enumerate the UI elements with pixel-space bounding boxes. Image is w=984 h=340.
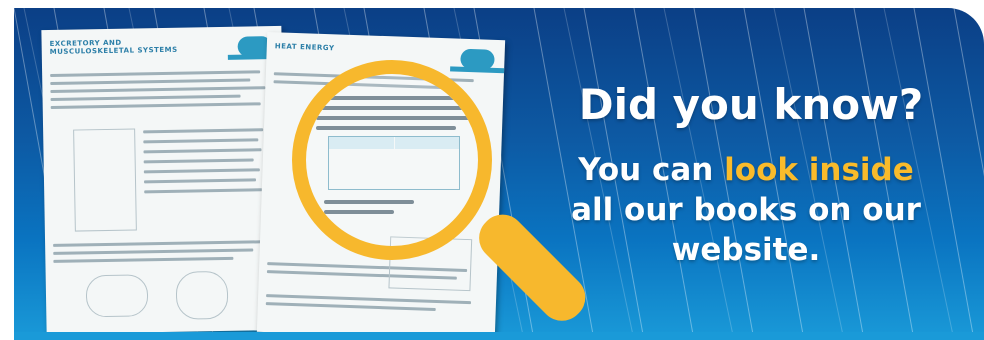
text-line [50,102,261,109]
text-line [50,94,241,101]
page-title-line2: MUSCULOSKELETAL SYSTEMS [49,45,178,56]
text-line [144,188,263,194]
look-inside-highlight: look inside [724,152,914,188]
bottom-bar [14,332,984,340]
body-line-1: You can look inside [526,150,966,190]
arm-figure [85,274,149,318]
body-line-2: all our books on our [571,192,921,228]
body-line-1-prefix: You can [578,152,725,188]
text-line [53,240,264,247]
magnifying-glass-icon [292,60,492,260]
text-line [265,302,436,311]
text-line [53,248,254,255]
text-line [50,78,251,85]
page-title-heat-energy: HEAT ENERGY [274,42,335,53]
headline: Did you know? [578,80,924,129]
page-title-excretory: EXCRETORY AND MUSCULOSKELETAL SYSTEMS [50,38,178,56]
text-line [50,86,266,93]
text-line [50,70,261,77]
book-page-excretory: EXCRETORY AND MUSCULOSKELETAL SYSTEMS [41,25,287,335]
text-line [53,256,234,263]
text-line [143,138,259,144]
revision-badge [460,48,495,70]
text-line [144,178,257,184]
text-line [143,158,254,164]
muscle-figure [175,270,229,320]
text-line [143,148,262,154]
body-text: You can look inside all our books on our… [526,150,966,270]
body-line-3: website. [671,232,821,268]
text-line [143,128,264,134]
skeleton-figure [73,128,137,232]
text-line [143,168,260,174]
